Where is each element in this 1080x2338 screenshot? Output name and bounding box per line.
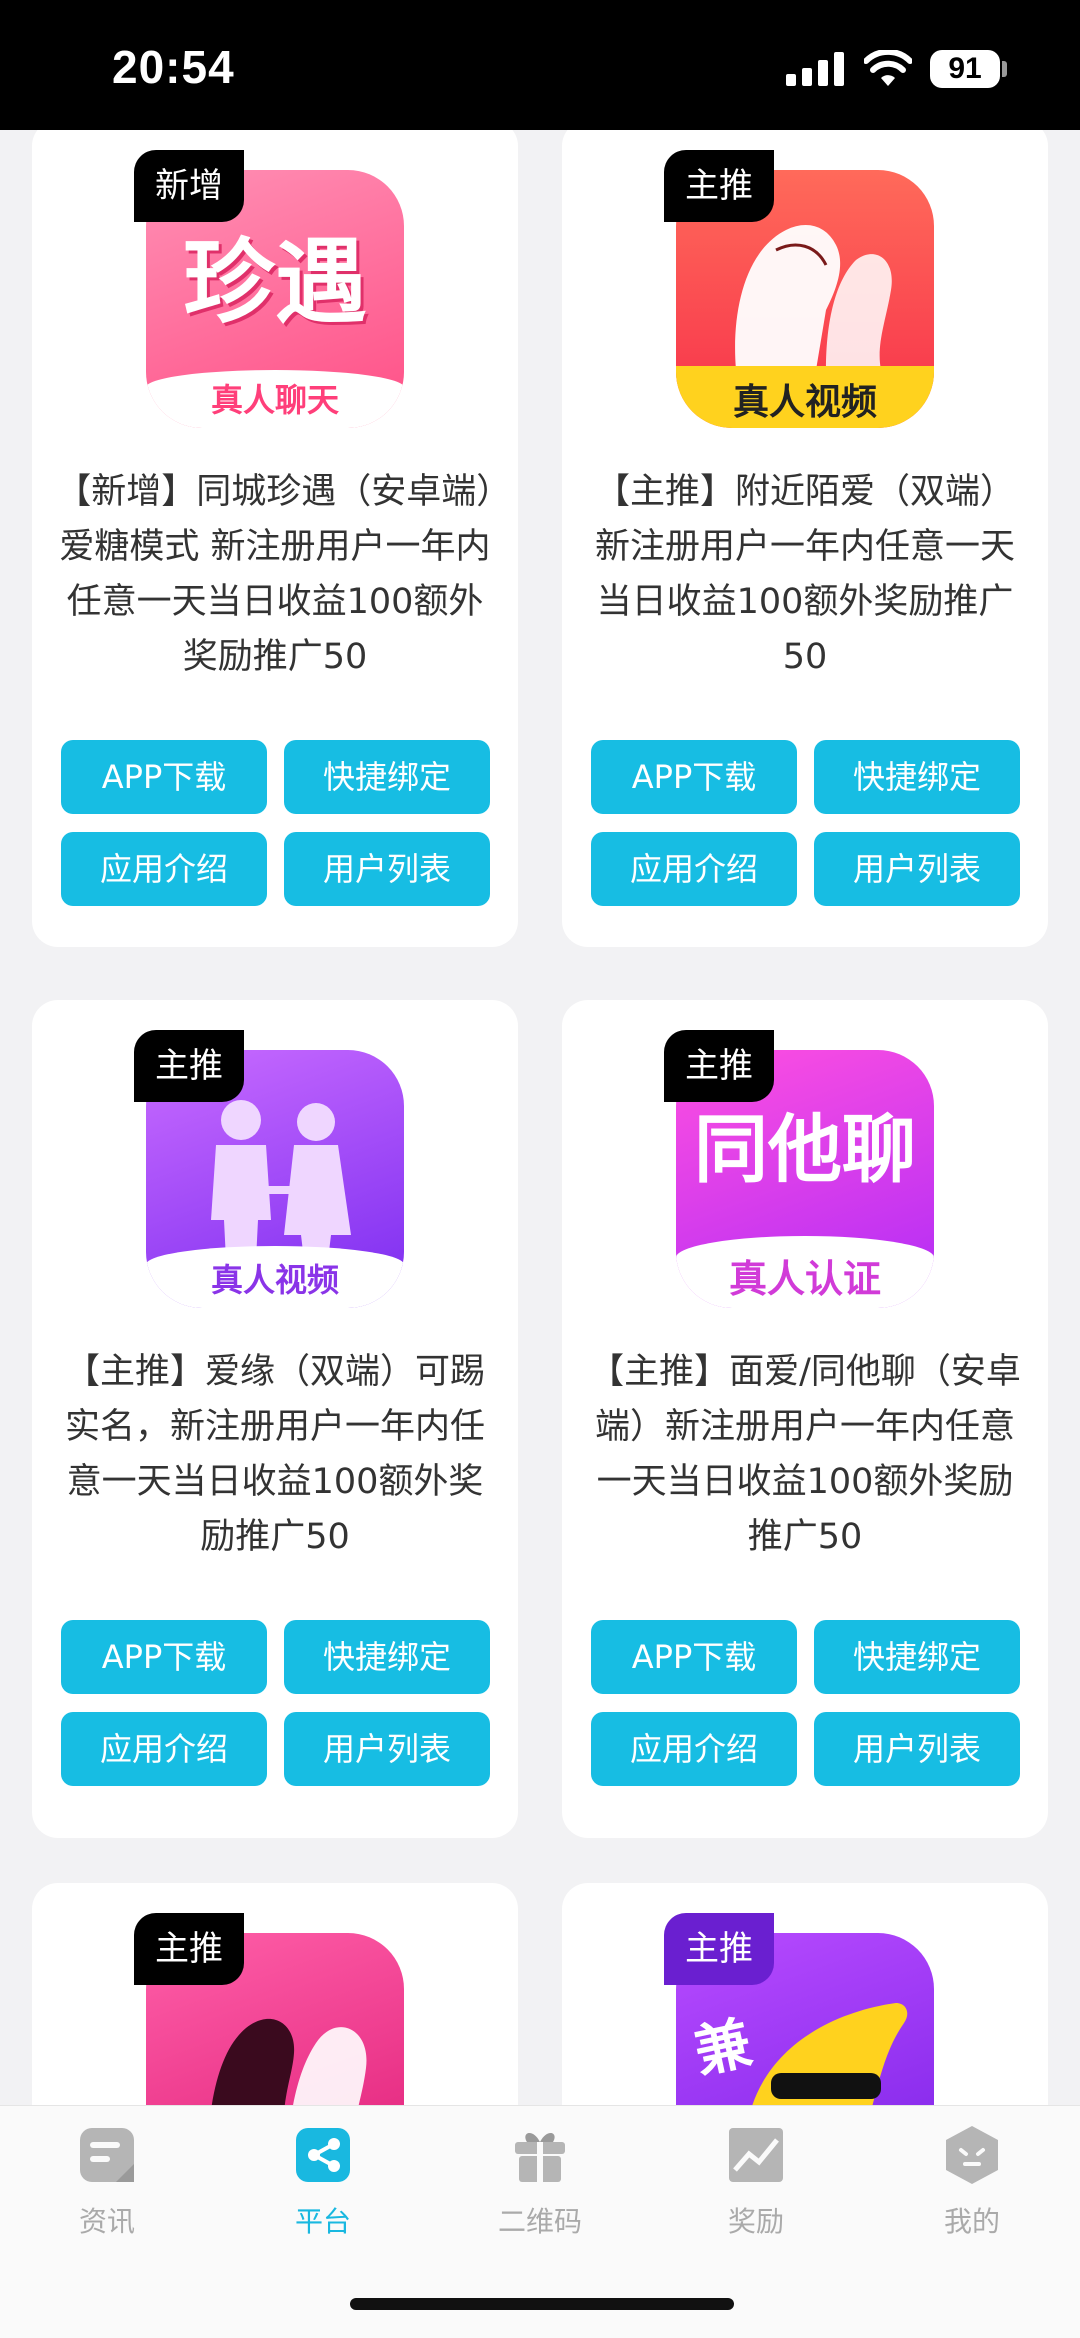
tab-platform[interactable]: 平台 <box>253 2124 393 2240</box>
card-tag: 主推 <box>664 150 774 222</box>
app-card[interactable]: 主推 兼 <box>562 1883 1048 2105</box>
quick-bind-button[interactable]: 快捷绑定 <box>814 740 1020 814</box>
app-download-button[interactable]: APP下载 <box>591 740 797 814</box>
tab-rewards[interactable]: 奖励 <box>686 2124 826 2240</box>
app-card[interactable]: 主推 真人视频 【主推】爱缘（双端）可踢实名，新注册用户一年内任意一天当日收益1… <box>32 1000 518 1838</box>
quick-bind-button[interactable]: 快捷绑定 <box>284 1620 490 1694</box>
tab-news[interactable]: 资讯 <box>37 2124 177 2240</box>
app-card[interactable]: 新增 珍遇 真人聊天 【新增】同城珍遇（安卓端）爱糖模式 新注册用户一年内任意一… <box>32 130 518 947</box>
app-intro-button[interactable]: 应用介绍 <box>591 832 797 906</box>
signal-icon <box>786 52 846 86</box>
card-tag: 主推 <box>134 1913 244 1985</box>
app-download-button[interactable]: APP下载 <box>591 1620 797 1694</box>
user-list-button[interactable]: 用户列表 <box>814 832 1020 906</box>
app-intro-button[interactable]: 应用介绍 <box>61 832 267 906</box>
share-icon <box>296 2128 350 2182</box>
tab-label: 二维码 <box>497 2205 582 2238</box>
app-intro-button[interactable]: 应用介绍 <box>61 1712 267 1786</box>
profile-icon <box>946 2126 998 2184</box>
battery-icon: 91 <box>930 50 1000 88</box>
tab-label: 我的 <box>943 2205 1000 2238</box>
icon-title: 同他聊 <box>694 1107 916 1193</box>
icon-subtitle: 真人认证 <box>728 1257 881 1301</box>
tab-mine[interactable]: 我的 <box>902 2124 1042 2240</box>
tab-label: 奖励 <box>727 2205 784 2238</box>
tab-qrcode[interactable]: 二维码 <box>470 2124 610 2240</box>
app-download-button[interactable]: APP下载 <box>61 1620 267 1694</box>
card-description: 【主推】爱缘（双端）可踢实名，新注册用户一年内任意一天当日收益100额外奖励推广… <box>64 1352 485 1557</box>
icon-subtitle: 真人视频 <box>210 1261 339 1299</box>
quick-bind-button[interactable]: 快捷绑定 <box>284 740 490 814</box>
status-bar: 20:54 91 <box>0 0 1080 130</box>
card-tag: 主推 <box>664 1913 774 1985</box>
clock: 20:54 <box>112 41 235 93</box>
card-tag: 主推 <box>134 1030 244 1102</box>
chart-icon <box>729 2128 783 2182</box>
home-indicator <box>350 2298 734 2310</box>
tab-label: 平台 <box>294 2205 351 2238</box>
gift-icon <box>515 2132 565 2182</box>
app-download-button[interactable]: APP下载 <box>61 740 267 814</box>
platform-list[interactable]: 新增 珍遇 真人聊天 【新增】同城珍遇（安卓端）爱糖模式 新注册用户一年内任意一… <box>0 130 1080 2105</box>
card-description: 【新增】同城珍遇（安卓端）爱糖模式 新注册用户一年内任意一天当日收益100额外奖… <box>56 472 494 677</box>
icon-subtitle: 真人视频 <box>732 382 877 423</box>
app-intro-button[interactable]: 应用介绍 <box>591 1712 797 1786</box>
app-card[interactable]: 主推 同他聊 真人认证 【主推】面爱/同他聊（安卓端）新注册用户一年内任意一天当… <box>562 1000 1048 1838</box>
user-list-button[interactable]: 用户列表 <box>814 1712 1020 1786</box>
card-tag: 新增 <box>134 150 244 222</box>
app-card[interactable]: 主推 真人视频 【主推】附近陌爱（双端） 新注册用户一年内任意一天当日收益100… <box>562 130 1048 947</box>
card-description: 【主推】附近陌爱（双端） 新注册用户一年内任意一天当日收益100额外奖励推广50 <box>594 472 1015 677</box>
tab-label: 资讯 <box>78 2205 135 2238</box>
app-card[interactable]: 主推 <box>32 1883 518 2105</box>
icon-title: 珍遇 <box>182 229 367 336</box>
wifi-icon <box>864 50 912 86</box>
news-icon <box>80 2128 134 2182</box>
card-description: 【主推】面爱/同他聊（安卓端）新注册用户一年内任意一天当日收益100额外奖励推广… <box>589 1352 1021 1557</box>
quick-bind-button[interactable]: 快捷绑定 <box>814 1620 1020 1694</box>
card-tag: 主推 <box>664 1030 774 1102</box>
user-list-button[interactable]: 用户列表 <box>284 1712 490 1786</box>
icon-subtitle: 真人聊天 <box>210 381 339 419</box>
user-list-button[interactable]: 用户列表 <box>284 832 490 906</box>
